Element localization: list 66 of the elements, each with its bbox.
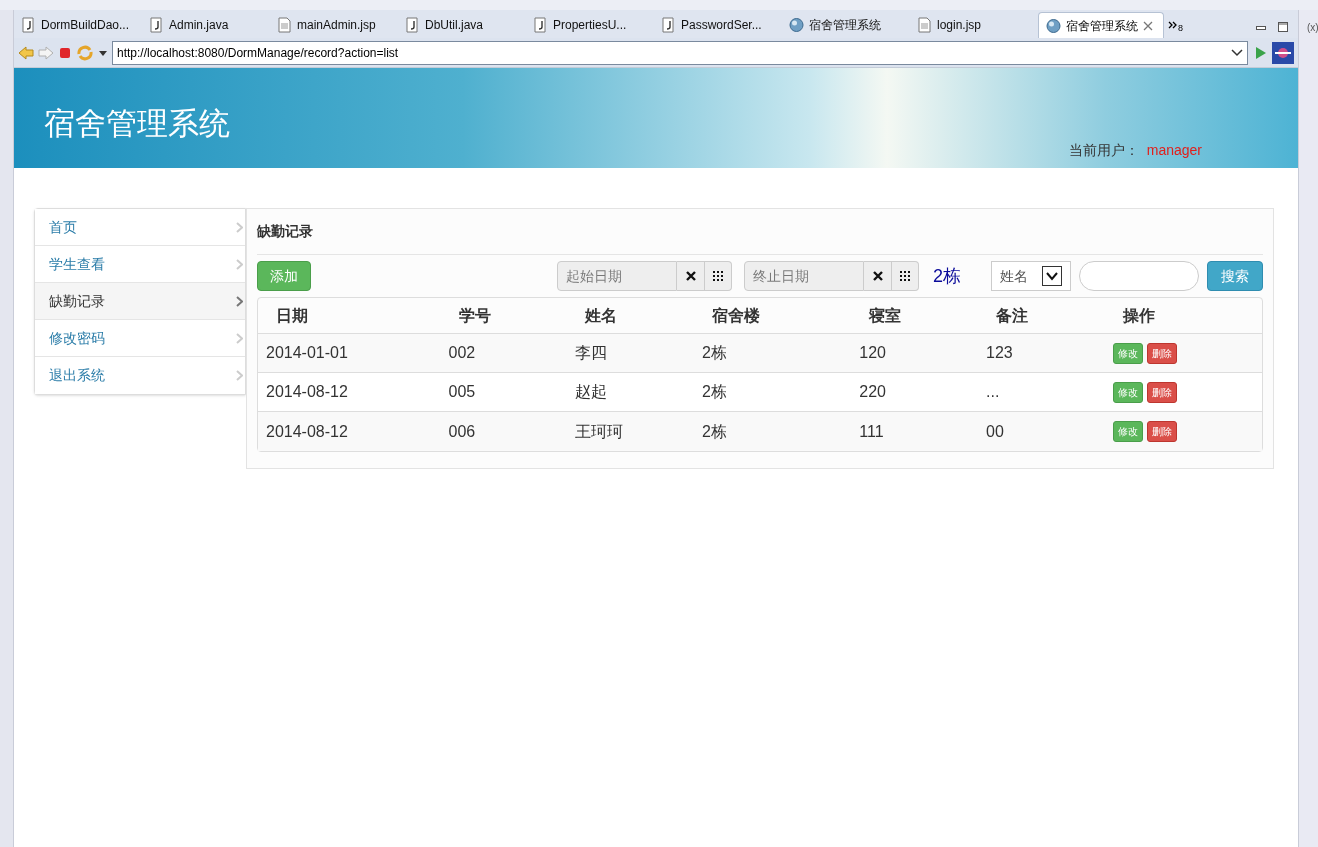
- panel-label: (x): [1307, 22, 1318, 33]
- dropdown-icon[interactable]: [1231, 48, 1243, 57]
- site-title: 宿舍管理系统: [44, 105, 230, 143]
- editor-tab[interactable]: 宿舍管理系统: [1038, 12, 1164, 38]
- sidebar-item[interactable]: 首页: [35, 209, 245, 246]
- url-field[interactable]: http://localhost:8080/DormManage/record?action=list: [112, 40, 1248, 65]
- table-cell-text: 111: [858, 421, 885, 442]
- chevron-icon: [236, 258, 243, 270]
- clear-icon: [872, 271, 883, 281]
- table-cell-text: 王珂珂: [574, 421, 625, 442]
- globe-icon: [1046, 17, 1061, 34]
- sidebar-item[interactable]: 修改密码: [35, 320, 245, 357]
- file-icon: [533, 17, 548, 33]
- table-cell-text: 00: [985, 421, 1005, 442]
- stop-icon[interactable]: [58, 45, 72, 60]
- editor-tab[interactable]: mainAdmin.jsp: [270, 12, 398, 38]
- panel-title: 缺勤记录: [257, 209, 1263, 255]
- editor-tab[interactable]: 宿舍管理系统: [782, 12, 910, 38]
- close-icon[interactable]: [1143, 20, 1153, 31]
- editor-tab[interactable]: DormBuildDao...: [14, 12, 142, 38]
- globe-icon: [789, 17, 804, 33]
- sidebar-item[interactable]: 学生查看: [35, 246, 245, 283]
- overflow-tabs-button[interactable]: 8: [1164, 12, 1187, 38]
- user-label: 当前用户：: [1068, 141, 1139, 160]
- building-label: 2栋: [933, 264, 962, 288]
- chevron-icon: [236, 370, 243, 381]
- editor-tab[interactable]: DbUtil.java: [398, 12, 526, 38]
- table-cell-text: 006: [447, 421, 477, 442]
- user-name: manager: [1146, 141, 1202, 160]
- editor-tab[interactable]: login.jsp: [910, 12, 1038, 38]
- grid-icon: [713, 271, 723, 281]
- minimize-icon[interactable]: [1256, 26, 1266, 30]
- grid-icon: [900, 271, 910, 281]
- chevron-icon: [236, 332, 243, 344]
- caret-icon[interactable]: [98, 48, 108, 57]
- calendar-button[interactable]: [705, 261, 732, 291]
- dropdown-icon: [1042, 266, 1062, 286]
- app-icon[interactable]: [1272, 41, 1294, 64]
- table-cell-text: 2栋: [701, 421, 728, 442]
- sidebar-item[interactable]: 缺勤记录: [35, 283, 245, 320]
- file-icon: [405, 17, 420, 33]
- editor-tab[interactable]: PasswordSer...: [654, 12, 782, 38]
- document-icon: [917, 17, 932, 33]
- search-type-select[interactable]: 姓名: [991, 261, 1071, 291]
- calendar-button[interactable]: [892, 261, 919, 291]
- end-date-field[interactable]: 终止日期: [744, 261, 864, 291]
- chevron-icon: [236, 295, 243, 307]
- sidebar-item[interactable]: 退出系统: [35, 357, 245, 394]
- clear-icon: [685, 271, 696, 281]
- file-icon: [149, 17, 164, 33]
- table-cell-text: 2014-08-12: [265, 421, 349, 442]
- editor-tab[interactable]: Admin.java: [142, 12, 270, 38]
- file-icon: [21, 17, 36, 33]
- start-date-field[interactable]: 起始日期: [557, 261, 677, 291]
- chevrons-icon: [1168, 21, 1178, 29]
- file-icon: [661, 17, 676, 33]
- delete-button[interactable]: 删除: [1146, 421, 1177, 442]
- clear-button[interactable]: [864, 261, 892, 291]
- delete-button[interactable]: 删除: [1146, 342, 1177, 364]
- clear-button[interactable]: [677, 261, 705, 291]
- chevron-icon: [236, 221, 243, 233]
- maximize-icon[interactable]: [1278, 22, 1288, 32]
- document-icon: [277, 17, 292, 33]
- editor-tab[interactable]: PropertiesU...: [526, 12, 654, 38]
- search-field[interactable]: [1079, 261, 1199, 291]
- delete-button[interactable]: 删除: [1146, 381, 1177, 403]
